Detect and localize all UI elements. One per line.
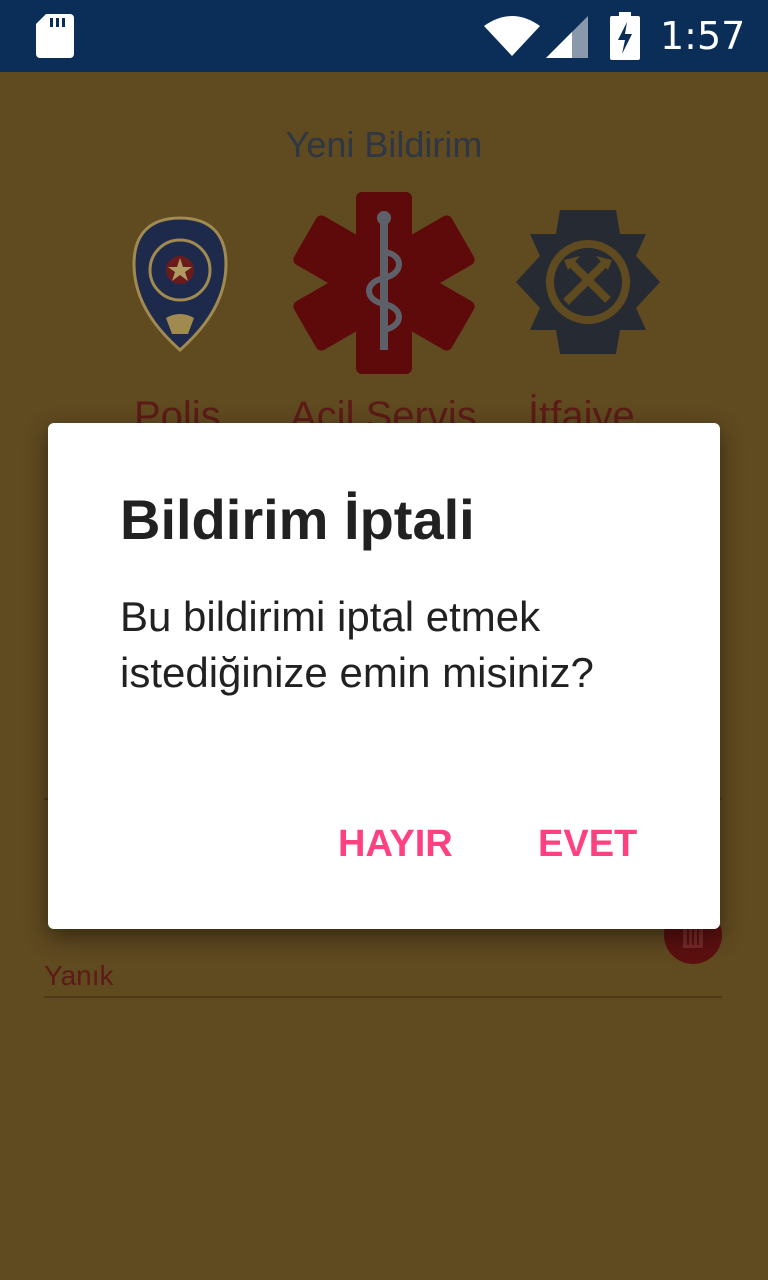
cancel-report-dialog: Bildirim İptali Bu bildirimi iptal etmek… bbox=[48, 423, 720, 929]
battery-charging-icon bbox=[610, 12, 640, 60]
yes-button[interactable]: EVET bbox=[538, 823, 637, 866]
no-button[interactable]: HAYIR bbox=[338, 823, 453, 866]
police-badge-icon[interactable] bbox=[130, 214, 230, 354]
star-of-life-icon[interactable] bbox=[292, 192, 476, 374]
fire-department-icon[interactable] bbox=[516, 210, 660, 354]
selected-item-text: Yanık bbox=[44, 960, 114, 991]
dialog-title: Bildirim İptali bbox=[120, 488, 475, 551]
wifi-icon bbox=[484, 16, 540, 56]
dialog-message: Bu bildirimi iptal etmek istediğinize em… bbox=[120, 593, 594, 696]
sd-card-icon bbox=[36, 14, 74, 58]
status-clock: 1:57 bbox=[660, 14, 746, 58]
screen-title: Yeni Bildirim bbox=[285, 124, 483, 165]
signal-icon bbox=[546, 16, 588, 58]
status-bar: 1:57 bbox=[0, 0, 768, 72]
field-underline bbox=[44, 996, 722, 998]
